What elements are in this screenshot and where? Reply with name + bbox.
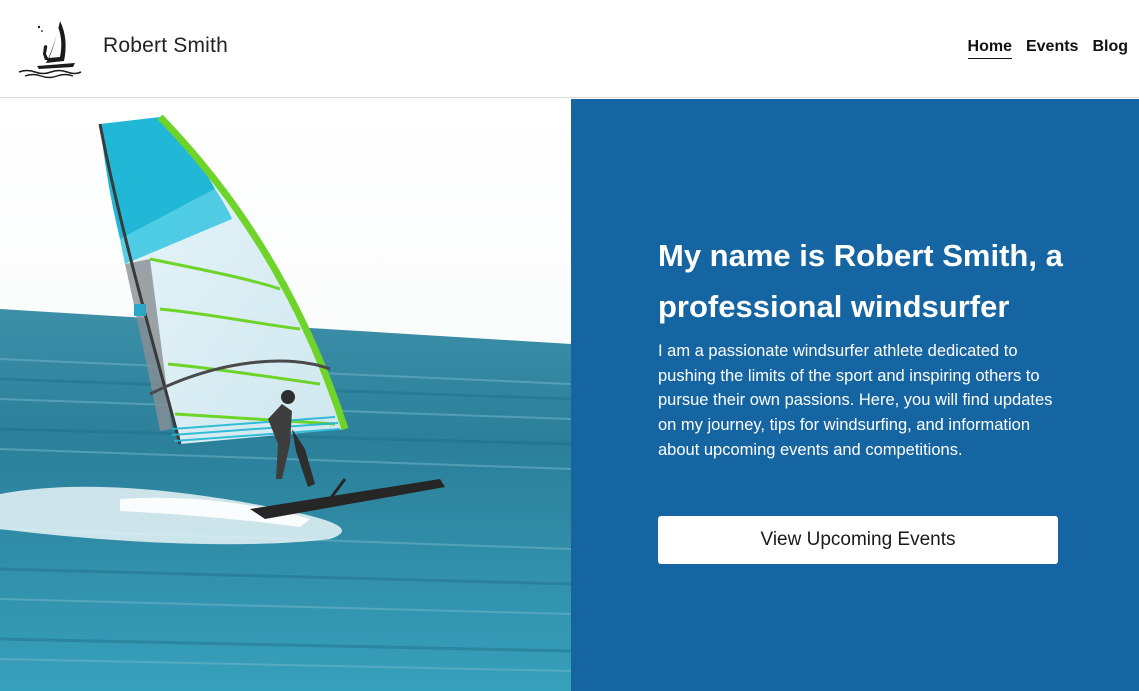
- nav-home[interactable]: Home: [967, 38, 1012, 59]
- hero-photo: [0, 99, 571, 691]
- hero-description: I am a passionate windsurfer athlete ded…: [658, 342, 1053, 459]
- windsurfer-logo-icon[interactable]: [17, 17, 83, 79]
- view-upcoming-events-button[interactable]: View Upcoming Events: [658, 516, 1058, 564]
- site-title[interactable]: Robert Smith: [103, 34, 228, 58]
- nav-events[interactable]: Events: [1026, 38, 1078, 59]
- hero-heading: My name is Robert Smith, a professional …: [658, 238, 1063, 324]
- hero-panel: My name is Robert Smith, a professional …: [571, 99, 1139, 691]
- site-header: Robert Smith Home Events Blog: [0, 0, 1139, 98]
- nav-blog[interactable]: Blog: [1092, 38, 1128, 59]
- main-nav: Home Events Blog: [967, 38, 1128, 59]
